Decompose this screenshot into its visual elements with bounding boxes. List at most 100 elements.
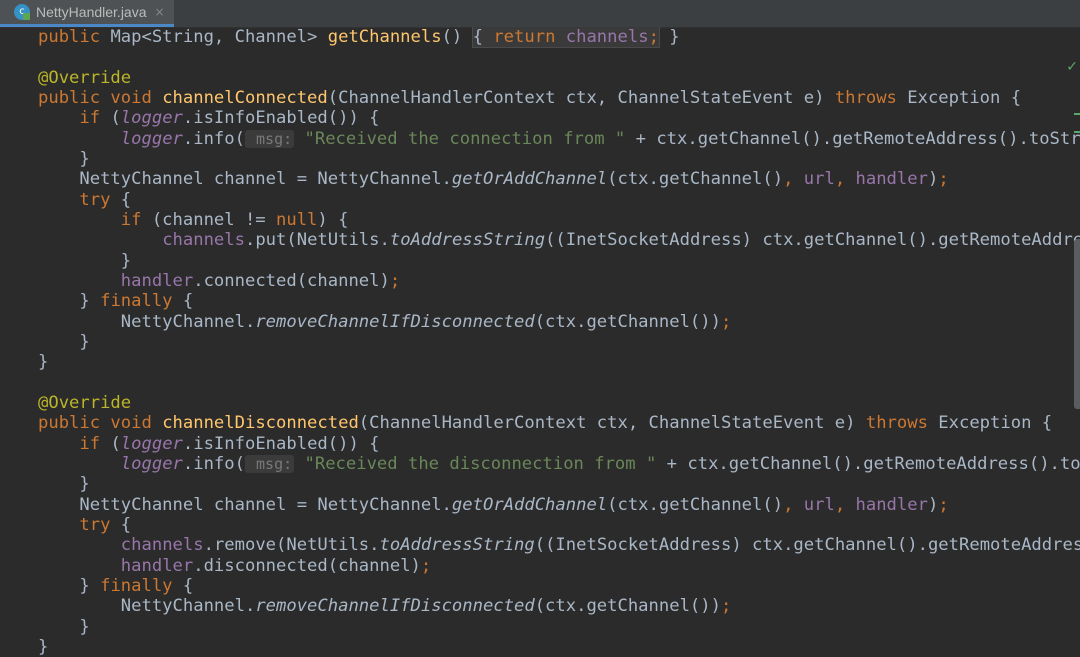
code-line: }: [38, 637, 48, 657]
annotation: @Override: [38, 393, 132, 413]
punct: ;: [720, 596, 732, 616]
inspection-ok-icon[interactable]: ✓: [1066, 59, 1078, 75]
code-line: } finally {: [38, 576, 193, 596]
code-text: .info(: [182, 129, 245, 149]
static-method: toAddressString: [379, 535, 535, 555]
vertical-scrollbar[interactable]: [1074, 239, 1080, 409]
field: handler: [855, 495, 928, 515]
code-text: Exception {: [907, 88, 1022, 108]
code-text: }: [38, 637, 49, 657]
code-line: }: [38, 251, 131, 271]
code-text: ) {: [317, 210, 349, 230]
change-marker[interactable]: [1074, 131, 1080, 133]
code-text: ((InetSocketAddress) ctx.getChannel().ge…: [545, 230, 1080, 250]
code-text: (ctx.getChannel(): [607, 495, 784, 515]
field: handler: [120, 271, 194, 291]
punct: ;: [648, 27, 659, 47]
code-text: ): [927, 169, 939, 189]
field: handler: [120, 556, 194, 576]
code-text: }: [38, 251, 132, 271]
static-method: getOrAddChannel: [451, 495, 608, 515]
static-method: removeChannelIfDisconnected: [255, 312, 535, 332]
string-literal: "Received the connection from ": [304, 129, 626, 149]
change-marker[interactable]: [1074, 113, 1080, 115]
code-line: }: [38, 149, 90, 169]
code-line: handler.disconnected(channel);: [38, 556, 431, 576]
code-text: (): [441, 27, 473, 47]
field: channels: [565, 27, 649, 47]
punct: ;: [938, 169, 949, 189]
keyword: finally: [100, 291, 183, 311]
field: logger: [120, 108, 183, 128]
tab-nettyhandler-java[interactable]: c NettyHandler.java ×: [0, 0, 174, 27]
field: url: [803, 169, 835, 189]
keyword: finally: [100, 576, 183, 596]
method-name: channelDisconnected: [162, 413, 359, 433]
code-text: (ctx.getChannel()): [534, 312, 721, 332]
punct: ;: [938, 495, 949, 515]
code-line-method-signature: public void channelConnected(ChannelHand…: [38, 88, 1021, 108]
code-line: if (logger.isInfoEnabled()) {: [38, 108, 380, 128]
code-line: }: [38, 352, 48, 372]
editor-tab-bar: c NettyHandler.java ×: [0, 0, 1080, 28]
static-method: removeChannelIfDisconnected: [255, 596, 535, 616]
code-text: }: [38, 149, 90, 169]
code-text: {: [472, 27, 494, 47]
code-text: NettyChannel channel = NettyChannel.: [38, 169, 452, 189]
keyword: null: [276, 210, 318, 230]
code-text: Exception {: [938, 413, 1053, 433]
code-text: .isInfoEnabled()) {: [182, 434, 380, 454]
punct: ,: [834, 495, 856, 515]
code-text: .remove(NetUtils.: [203, 535, 380, 555]
keyword: if: [38, 434, 111, 454]
field: logger: [120, 454, 183, 474]
code-editor[interactable]: public Map<String, Channel> getChannels(…: [0, 27, 1080, 657]
code-line: handler.connected(channel);: [38, 271, 400, 291]
code-text: (ctx.getChannel()): [534, 596, 721, 616]
code-line: }: [38, 617, 89, 637]
keyword: public void: [38, 88, 163, 108]
keyword: throws: [834, 88, 908, 108]
punct: ,: [783, 169, 804, 189]
close-icon[interactable]: ×: [155, 5, 165, 19]
code-line: logger.info( msg: "Received the connecti…: [38, 129, 1080, 149]
folded-region[interactable]: { return channels;: [471, 27, 660, 48]
code-text: + ctx.getChannel().getRemoteAddress().to…: [635, 129, 1080, 149]
code-line: } finally {: [38, 291, 193, 311]
method-name: channelConnected: [162, 88, 328, 108]
code-text: (channel !=: [151, 210, 277, 230]
keyword: try: [38, 515, 121, 535]
code-text: (ctx.getChannel(): [607, 169, 784, 189]
field: handler: [855, 169, 928, 189]
keyword: throws: [865, 413, 939, 433]
code-line-annotation: @Override: [38, 68, 131, 88]
field: url: [803, 495, 835, 515]
tab-label: NettyHandler.java: [36, 4, 147, 20]
code-text: ((InetSocketAddress) ctx.getChannel().ge…: [534, 535, 1080, 555]
string-literal: "Received the disconnection from ": [304, 454, 657, 474]
field: logger: [120, 434, 183, 454]
code-text: (: [110, 108, 121, 128]
code-line-annotation: @Override: [38, 393, 131, 413]
code-text: {: [182, 576, 194, 596]
code-text: }: [38, 352, 49, 372]
field: channels: [162, 230, 245, 250]
code-line: if (logger.isInfoEnabled()) {: [38, 434, 380, 454]
field: channels: [120, 535, 204, 555]
code-text: {: [182, 291, 194, 311]
code-line: logger.info( msg: "Received the disconne…: [38, 454, 1080, 474]
method-name: getChannels: [327, 27, 442, 47]
code-line-getchannels: public Map<String, Channel> getChannels(…: [38, 27, 680, 48]
code-text: (ChannelHandlerContext ctx, ChannelState…: [327, 88, 835, 108]
punct: ;: [720, 312, 732, 332]
keyword: public: [38, 27, 111, 47]
code-text: (: [110, 434, 121, 454]
code-text: .isInfoEnabled()) {: [182, 108, 380, 128]
code-text: NettyChannel channel = NettyChannel.: [38, 495, 452, 515]
